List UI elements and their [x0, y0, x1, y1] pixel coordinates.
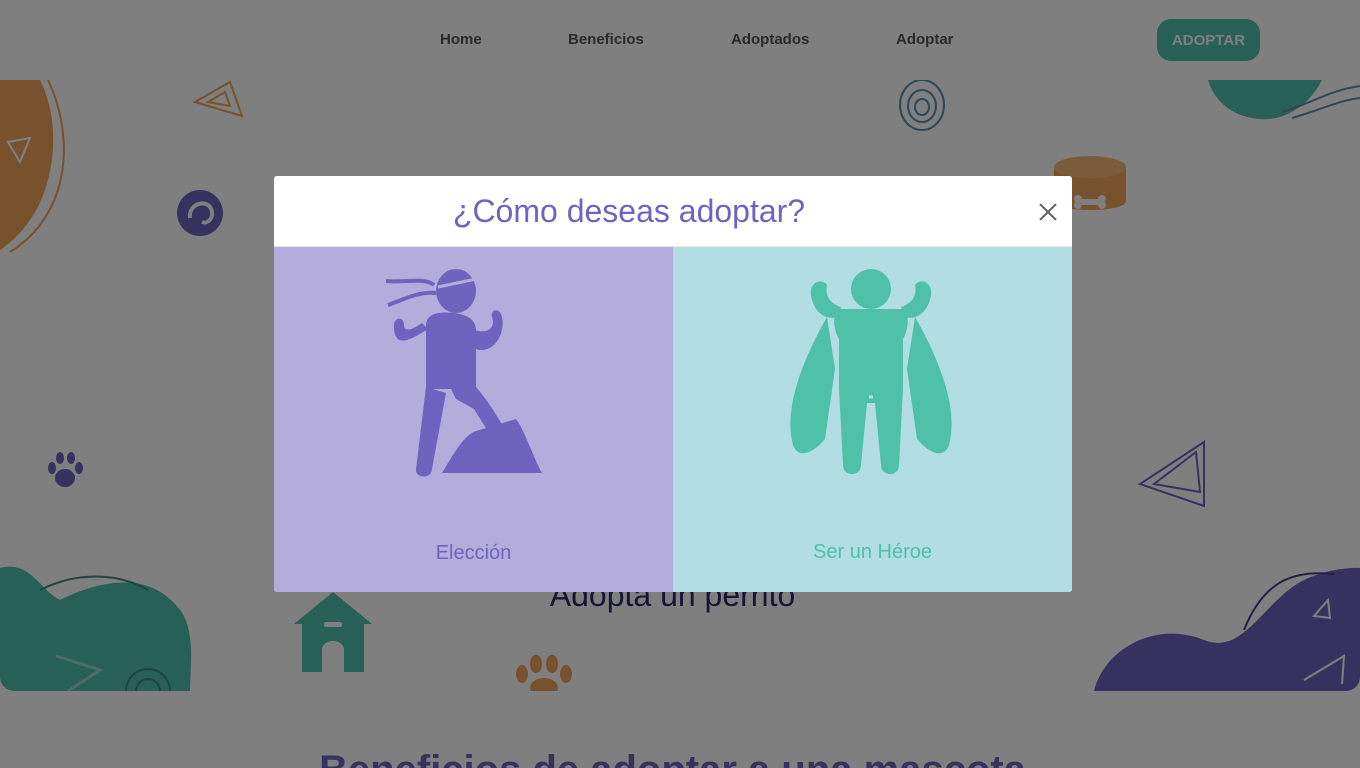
superhero-icon: [790, 269, 952, 474]
adoption-modal: ¿Cómo deseas adoptar? Elección Ser un Hé…: [274, 176, 1072, 592]
modal-title: ¿Cómo deseas adoptar?: [452, 193, 806, 229]
option-eleccion-label: Elección: [435, 542, 512, 564]
option-ser-un-heroe-label: Ser un Héroe: [813, 541, 932, 563]
climbing-person-icon: [385, 269, 542, 477]
option-ser-un-heroe[interactable]: Ser un Héroe: [673, 247, 1072, 592]
close-icon[interactable]: [1034, 198, 1062, 226]
modal-header: ¿Cómo deseas adoptar?: [274, 176, 1072, 247]
option-eleccion[interactable]: Elección: [274, 247, 673, 592]
